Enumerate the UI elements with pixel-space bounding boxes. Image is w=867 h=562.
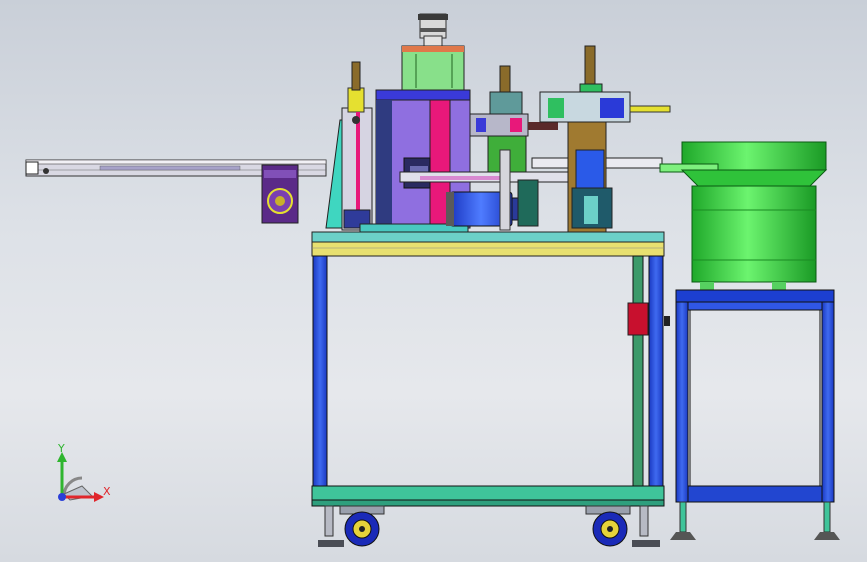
machine-model: Y X bbox=[25, 13, 840, 547]
x-axis-label: X bbox=[103, 485, 111, 498]
coordinate-triad: Y X bbox=[57, 442, 111, 502]
servo-motor bbox=[446, 191, 527, 227]
caster-right bbox=[585, 505, 660, 547]
caster-left bbox=[318, 505, 385, 547]
cad-viewport[interactable]: Y X bbox=[0, 0, 867, 562]
bowl-stand bbox=[670, 289, 840, 540]
rail-drive-motor bbox=[261, 164, 299, 224]
main-table-frame bbox=[311, 231, 670, 507]
z-axis-marker bbox=[58, 493, 66, 501]
right-press-unit bbox=[539, 45, 671, 233]
y-axis-label: Y bbox=[57, 442, 65, 455]
lift-column-left bbox=[325, 61, 373, 231]
vibratory-bowl-feeder bbox=[659, 141, 828, 292]
